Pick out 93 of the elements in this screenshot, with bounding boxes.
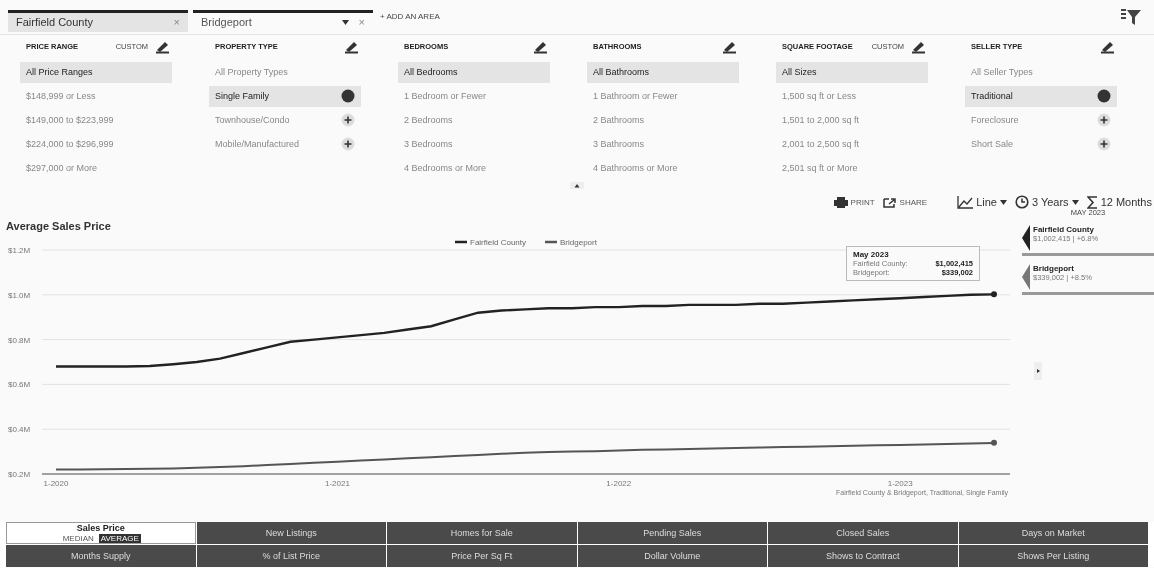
- caret-icon: [1071, 199, 1079, 205]
- filter-option[interactable]: Foreclosure: [965, 109, 1117, 131]
- add-area-link[interactable]: + ADD AN AREA: [380, 12, 440, 22]
- pencil-icon[interactable]: [343, 39, 359, 54]
- filter-option[interactable]: Traditional: [965, 85, 1117, 107]
- filter-option[interactable]: 1 Bedroom or Fewer: [398, 85, 550, 107]
- metric-tab[interactable]: Days on Market: [958, 522, 1148, 544]
- filter-option[interactable]: $148,999 or Less: [20, 85, 172, 107]
- tooltip-title: May 2023: [853, 250, 890, 259]
- axis-label: $1.2M: [8, 246, 31, 255]
- end-point: [991, 291, 997, 298]
- filter-option[interactable]: 3 Bedrooms: [398, 133, 550, 155]
- metric-tab[interactable]: % of List Price: [196, 545, 386, 567]
- pencil-icon[interactable]: [721, 39, 737, 54]
- filter-option[interactable]: 1,501 to 2,000 sq ft: [776, 109, 928, 131]
- filter-icon[interactable]: [1120, 7, 1142, 26]
- metric-tab[interactable]: Dollar Volume: [577, 545, 767, 567]
- printer-icon: [833, 196, 848, 208]
- filter-option[interactable]: All Sizes: [776, 61, 928, 83]
- axis-label: $1.0M: [8, 290, 31, 300]
- remove-button[interactable]: ×: [358, 16, 365, 29]
- pencil-icon[interactable]: [910, 39, 926, 54]
- plus-icon[interactable]: [341, 137, 355, 151]
- time-range-dropdown[interactable]: 3 Years: [1014, 195, 1079, 210]
- filter-option[interactable]: 3 Bathrooms: [587, 133, 739, 155]
- pencil-icon[interactable]: [532, 39, 548, 54]
- caret-icon[interactable]: [341, 19, 349, 25]
- metric-tab[interactable]: Closed Sales: [768, 522, 958, 544]
- selected-dot-icon[interactable]: [341, 89, 355, 103]
- axis-label: $0.6M: [8, 380, 31, 390]
- selected-dot-icon[interactable]: [1097, 89, 1111, 103]
- filter-option[interactable]: $297,000 or More: [20, 157, 172, 179]
- filter-option[interactable]: 2 Bathrooms: [587, 109, 739, 131]
- filter-option[interactable]: All Property Types: [209, 61, 361, 83]
- axis-label: 1-2020: [43, 479, 69, 488]
- filter-option[interactable]: 2,001 to 2,500 sq ft: [776, 133, 928, 155]
- filter-option[interactable]: $224,000 to $296,999: [20, 133, 172, 155]
- filter-option[interactable]: All Price Ranges: [20, 61, 172, 83]
- share-icon: [882, 196, 897, 208]
- legend-label: Fairfield County: [470, 238, 527, 247]
- sigma-icon: [1086, 195, 1098, 209]
- filter-option[interactable]: 4 Bathrooms or More: [587, 157, 739, 179]
- metric-tab[interactable]: Shows to Contract: [768, 545, 958, 567]
- caret-icon: [999, 199, 1007, 205]
- filter-option[interactable]: All Bedrooms: [398, 61, 550, 83]
- chart-type-dropdown[interactable]: Line: [957, 195, 1007, 209]
- filter-option[interactable]: 2,501 sq ft or More: [776, 157, 928, 179]
- pencil-icon[interactable]: [1099, 39, 1115, 54]
- axis-label: 1-2022: [606, 479, 632, 488]
- clock-icon: [1014, 195, 1029, 210]
- pencil-icon[interactable]: [154, 39, 170, 54]
- axis-label: 1-2023: [887, 479, 913, 488]
- filter-option[interactable]: All Bathrooms: [587, 61, 739, 83]
- filter-option[interactable]: $149,000 to $223,999: [20, 109, 172, 131]
- metric-tab[interactable]: Pending Sales: [577, 522, 767, 544]
- plus-icon[interactable]: [1097, 113, 1111, 127]
- line-chart-icon: [957, 195, 974, 209]
- chart-title: Average Sales Price: [5, 219, 112, 234]
- metric-tab[interactable]: Homes for Sale: [387, 522, 577, 544]
- metric-tab[interactable]: New Listings: [196, 522, 386, 544]
- filter-option[interactable]: Short Sale: [965, 133, 1117, 155]
- filter-option[interactable]: All Seller Types: [965, 61, 1117, 83]
- axis-label: $0.8M: [8, 335, 31, 345]
- filter-option[interactable]: Townhouse/Condo: [209, 109, 361, 131]
- legend-label: Bridgeport: [560, 238, 597, 247]
- legend-swatch: [455, 240, 467, 244]
- legend-swatch: [545, 240, 557, 244]
- rolling-average-button[interactable]: 12 Months: [1086, 195, 1152, 209]
- metric-tab[interactable]: Months Supply: [6, 545, 196, 567]
- collapse-icon[interactable]: [570, 182, 584, 190]
- measure-toggle[interactable]: AVERAGE: [98, 534, 141, 543]
- metric-tab[interactable]: Shows Per Listing: [958, 545, 1148, 567]
- filter-option[interactable]: 2 Bedrooms: [398, 109, 550, 131]
- axis-label: $0.4M: [8, 425, 31, 435]
- print-button[interactable]: PRINT: [833, 196, 875, 208]
- end-point: [991, 439, 997, 446]
- legend-name: Fairfield County: [1033, 225, 1095, 234]
- filter-option[interactable]: 1,500 sq ft or Less: [776, 85, 928, 107]
- measure-toggle[interactable]: MEDIAN: [60, 534, 96, 543]
- filter-option[interactable]: Mobile/Manufactured: [209, 133, 361, 155]
- metric-tab[interactable]: Price Per Sq Ft: [387, 545, 577, 567]
- metric-tab[interactable]: Sales Price MEDIAN AVERAGE: [6, 522, 196, 544]
- filter-option[interactable]: 4 Bedrooms or More: [398, 157, 550, 179]
- axis-label: $0.2M: [8, 470, 31, 479]
- filter-option[interactable]: Single Family: [209, 85, 361, 107]
- plus-icon[interactable]: [341, 113, 355, 127]
- plus-icon[interactable]: [1097, 137, 1111, 151]
- share-button[interactable]: SHARE: [882, 196, 928, 208]
- legend-name: Bridgeport: [1033, 264, 1075, 273]
- area-field[interactable]: Fairfield County ×: [8, 9, 188, 32]
- filter-option[interactable]: 1 Bathroom or Fewer: [587, 85, 739, 107]
- scroll-handle-icon[interactable]: [1034, 362, 1042, 380]
- axis-label: 1-2021: [324, 479, 350, 488]
